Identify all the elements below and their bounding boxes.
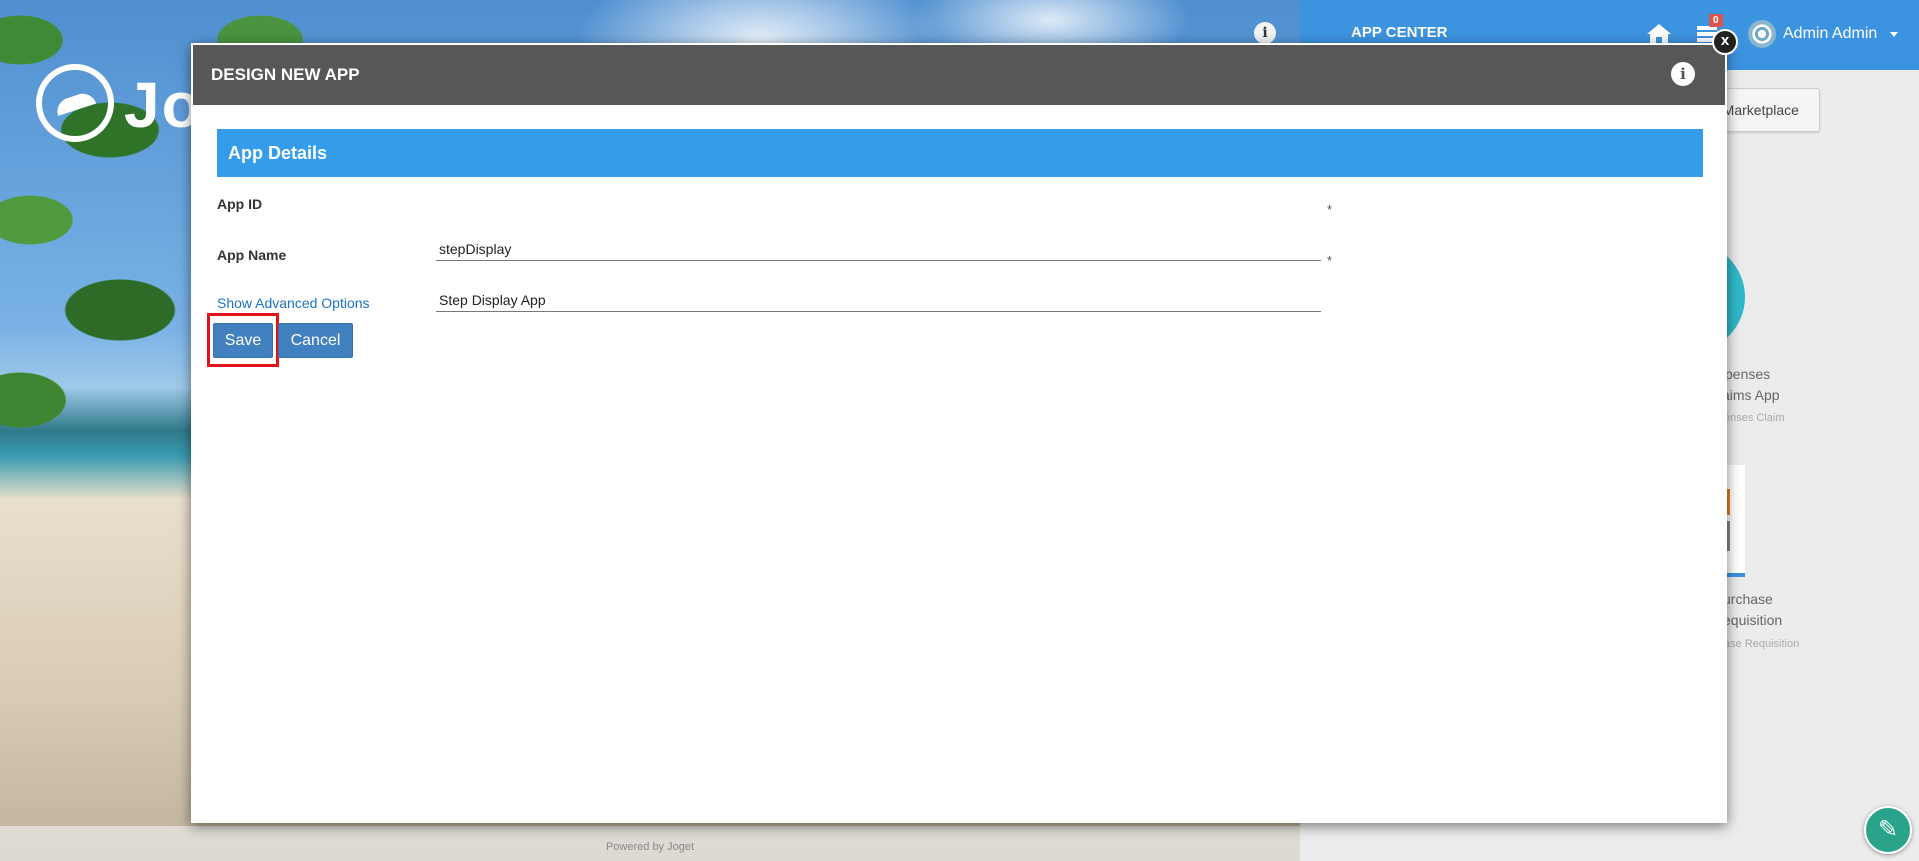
app-name-label: App Name [217, 247, 287, 263]
info-icon[interactable]: i [1671, 62, 1695, 86]
save-button[interactable]: Save [213, 323, 273, 358]
required-mark: * [1327, 202, 1333, 217]
app-label-line1[interactable]: urchase [1723, 591, 1773, 607]
dialog-header: DESIGN NEW APP i [193, 45, 1725, 105]
app-name-input[interactable] [436, 278, 1321, 312]
chevron-down-icon[interactable] [1890, 32, 1898, 37]
app-id-label: App ID [217, 196, 263, 212]
required-mark: * [1327, 253, 1333, 268]
notification-badge: 0 [1709, 14, 1723, 27]
cancel-button[interactable]: Cancel [278, 323, 353, 358]
section-title: App Details [217, 129, 1703, 177]
app-subtitle: enses Claim [1724, 412, 1785, 424]
show-advanced-options-link[interactable]: Show Advanced Options [217, 295, 370, 311]
app-id-input[interactable] [436, 227, 1321, 261]
joget-logo-icon [36, 64, 114, 142]
footer: Powered by Joget [0, 826, 1300, 861]
app-center-title: APP CENTER [1351, 24, 1448, 41]
close-icon[interactable]: x [1712, 29, 1738, 55]
user-menu[interactable]: Admin Admin [1783, 25, 1877, 43]
design-new-app-dialog: DESIGN NEW APP i App Details App ID * Ap… [191, 43, 1727, 823]
avatar[interactable] [1748, 20, 1776, 48]
app-label-line2[interactable]: aims App [1722, 387, 1780, 403]
info-icon[interactable]: i [1254, 22, 1276, 44]
dialog-title: DESIGN NEW APP [211, 65, 360, 84]
app-subtitle: ase Requisition [1724, 638, 1800, 650]
edit-pencil-icon[interactable]: ✎ [1864, 806, 1912, 854]
app-label-line2[interactable]: equisition [1723, 612, 1782, 628]
